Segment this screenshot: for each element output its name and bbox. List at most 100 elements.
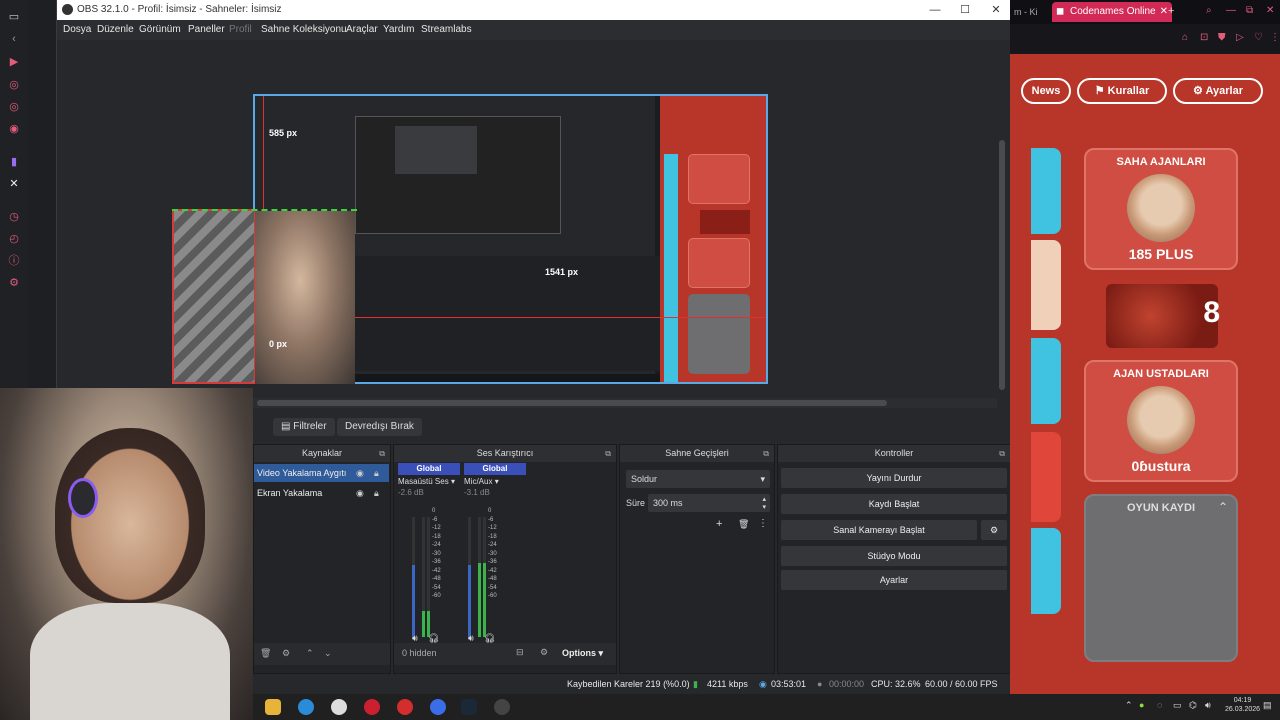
spymasters-card[interactable]: AJAN USTADLARI 0ɓustura bbox=[1084, 360, 1238, 482]
instagram-icon[interactable]: ◎ bbox=[7, 78, 21, 92]
studio-mode-button[interactable]: Stüdyo Modu bbox=[781, 546, 1007, 566]
tray-expand-icon[interactable]: ⌃ bbox=[1125, 700, 1133, 711]
eye-icon[interactable]: ◉ bbox=[356, 484, 364, 502]
file-explorer-icon[interactable] bbox=[265, 699, 281, 715]
settings-game-button[interactable]: ⚙ Ayarlar bbox=[1173, 78, 1263, 104]
clock[interactable]: 04:19 26.03.2026 bbox=[1225, 696, 1260, 714]
source-item-screen-capture[interactable]: Ekran Yakalama ◉ 🔒︎ bbox=[254, 484, 389, 502]
minimize-icon[interactable]: — bbox=[1226, 5, 1236, 16]
shield-icon[interactable]: ⛊ bbox=[1218, 32, 1226, 43]
field-operatives-card[interactable]: SAHA AJANLARI 185 PLUS bbox=[1084, 148, 1238, 270]
settings-button[interactable]: Ayarlar bbox=[781, 570, 1007, 590]
menu-scene-collection[interactable]: Sahne Koleksiyonu bbox=[261, 24, 347, 35]
channel-name[interactable]: Masaüstü Ses ▾ bbox=[398, 477, 460, 486]
spinner-down-icon[interactable]: ▾ bbox=[762, 499, 766, 517]
back-icon[interactable]: ‹ bbox=[7, 32, 21, 46]
youtube-icon[interactable]: ▶ bbox=[7, 55, 21, 69]
more-icon[interactable]: ⋮ bbox=[758, 518, 768, 529]
minimize-button[interactable]: — bbox=[923, 2, 947, 18]
menu-tools[interactable]: Araçlar bbox=[346, 24, 378, 35]
maximize-button[interactable]: ☐ bbox=[953, 2, 977, 18]
move-up-icon[interactable]: ⌃ bbox=[306, 648, 314, 659]
search-app-icon[interactable] bbox=[331, 699, 347, 715]
webcam-source[interactable] bbox=[255, 211, 355, 384]
eye-icon[interactable]: ◉ bbox=[356, 464, 364, 482]
edge-icon[interactable] bbox=[298, 699, 314, 715]
layout-icon[interactable]: ⊟ bbox=[516, 647, 524, 658]
source-item-video-capture[interactable]: Video Yakalama Aygıtı ◉ 🔒︎ bbox=[254, 464, 389, 482]
bookmark-icon[interactable]: ⊡ bbox=[1200, 32, 1208, 43]
lock-icon[interactable]: 🔒︎ bbox=[374, 484, 379, 502]
preview-vertical-scrollbar[interactable] bbox=[999, 140, 1007, 390]
menu-help[interactable]: Yardım bbox=[383, 24, 415, 35]
virtual-camera-settings-button[interactable]: ⚙ bbox=[981, 520, 1007, 540]
move-down-icon[interactable]: ⌄ bbox=[324, 648, 332, 659]
gear-icon[interactable]: ⚙ bbox=[540, 647, 548, 658]
menu-file[interactable]: Dosya bbox=[63, 24, 91, 35]
lock-icon[interactable]: 🔒︎ bbox=[374, 464, 379, 482]
add-icon[interactable]: + bbox=[716, 518, 722, 530]
new-tab-button[interactable]: + bbox=[1168, 5, 1174, 17]
volume-icon[interactable]: 🔊︎ bbox=[1205, 700, 1211, 711]
menu-view[interactable]: Görünüm bbox=[139, 24, 181, 35]
close-window-icon[interactable]: ✕ bbox=[1266, 5, 1274, 16]
tray-icon-3[interactable]: ▭ bbox=[1173, 700, 1182, 711]
restore-icon[interactable]: ⧉ bbox=[1246, 5, 1253, 16]
tray-app-icon[interactable]: ● bbox=[1139, 700, 1144, 710]
messenger-app-icon[interactable] bbox=[430, 699, 446, 715]
trash-icon[interactable]: 🗑︎ bbox=[738, 519, 749, 530]
history-icon[interactable]: ◷ bbox=[7, 210, 21, 224]
network-icon[interactable]: ⌬ bbox=[1189, 700, 1197, 711]
selected-source-crop[interactable] bbox=[172, 209, 256, 384]
info-icon[interactable]: ⓘ bbox=[7, 254, 21, 268]
options-button[interactable]: Options ▾ bbox=[562, 648, 603, 659]
active-tab[interactable]: ◼ Codenames Online ✕ bbox=[1052, 2, 1172, 22]
filters-button[interactable]: ▤ Filtreler bbox=[273, 418, 335, 436]
play-icon[interactable]: ▷ bbox=[1236, 32, 1244, 43]
channel-name[interactable]: Mic/Aux ▾ bbox=[464, 477, 526, 486]
opera-icon[interactable] bbox=[364, 699, 380, 715]
menu-profile[interactable]: Profil bbox=[229, 24, 252, 35]
game-log-card[interactable]: OYUN KAYDI ⌃ bbox=[1084, 494, 1238, 662]
news-button[interactable]: News bbox=[1021, 78, 1071, 104]
transition-select[interactable]: Soldur ▾ bbox=[626, 470, 770, 488]
popout-icon[interactable]: ⧉ bbox=[605, 445, 611, 462]
menu-edit[interactable]: Düzenle bbox=[97, 24, 134, 35]
popout-icon[interactable]: ⧉ bbox=[379, 445, 385, 462]
preview-area[interactable]: 585 px 1541 px 0 px bbox=[57, 40, 1011, 398]
close-button[interactable]: ✕ bbox=[984, 2, 1008, 18]
settings-icon[interactable]: ⚙ bbox=[7, 276, 21, 290]
popout-icon[interactable]: ⧉ bbox=[999, 445, 1005, 462]
chevron-up-icon[interactable]: ⌃ bbox=[1218, 500, 1228, 514]
instagram-icon-2[interactable]: ◎ bbox=[7, 100, 21, 114]
messenger-icon[interactable]: ◉ bbox=[7, 122, 21, 136]
close-tab-icon[interactable]: ✕ bbox=[1160, 2, 1168, 22]
deactivate-button[interactable]: Devredışı Bırak bbox=[337, 418, 422, 436]
search-icon[interactable]: ⌕ bbox=[1206, 5, 1212, 16]
notification-icon[interactable]: ▤ bbox=[1263, 700, 1272, 711]
volume-fader-desktop[interactable] bbox=[412, 517, 415, 637]
menu-icon[interactable]: ⋮ bbox=[1270, 32, 1280, 43]
gear-icon[interactable]: ⚙ bbox=[282, 648, 290, 659]
duration-input[interactable]: 300 ms ▴ ▾ bbox=[648, 494, 770, 512]
twitch-icon[interactable]: ▮ bbox=[7, 155, 21, 169]
heart-icon[interactable]: ♡ bbox=[1254, 32, 1263, 43]
steam-icon[interactable] bbox=[461, 699, 477, 715]
extension-icon[interactable]: ⌂ bbox=[1182, 32, 1188, 43]
menu-streamlabs[interactable]: Streamlabs bbox=[421, 24, 472, 35]
start-virtual-camera-button[interactable]: Sanal Kamerayı Başlat bbox=[781, 520, 977, 540]
ets-icon[interactable] bbox=[397, 699, 413, 715]
popout-icon[interactable]: ⧉ bbox=[763, 445, 769, 462]
start-recording-button[interactable]: Kaydı Başlat bbox=[781, 494, 1007, 514]
x-icon[interactable]: ✕ bbox=[7, 177, 21, 191]
menu-docks[interactable]: Paneller bbox=[188, 24, 225, 35]
obs-taskbar-icon[interactable] bbox=[494, 699, 510, 715]
clock-icon[interactable]: ◴ bbox=[7, 232, 21, 246]
rules-button[interactable]: ⚑ Kurallar bbox=[1077, 78, 1167, 104]
previous-tab[interactable]: m - Ki bbox=[1014, 7, 1038, 17]
volume-fader-mic[interactable] bbox=[468, 517, 471, 637]
stop-streaming-button[interactable]: Yayını Durdur bbox=[781, 468, 1007, 488]
tab-icon[interactable]: ▭ bbox=[7, 10, 21, 24]
tray-icon-2[interactable]: ◌ bbox=[1157, 700, 1162, 710]
trash-icon[interactable]: 🗑︎ bbox=[260, 648, 271, 659]
